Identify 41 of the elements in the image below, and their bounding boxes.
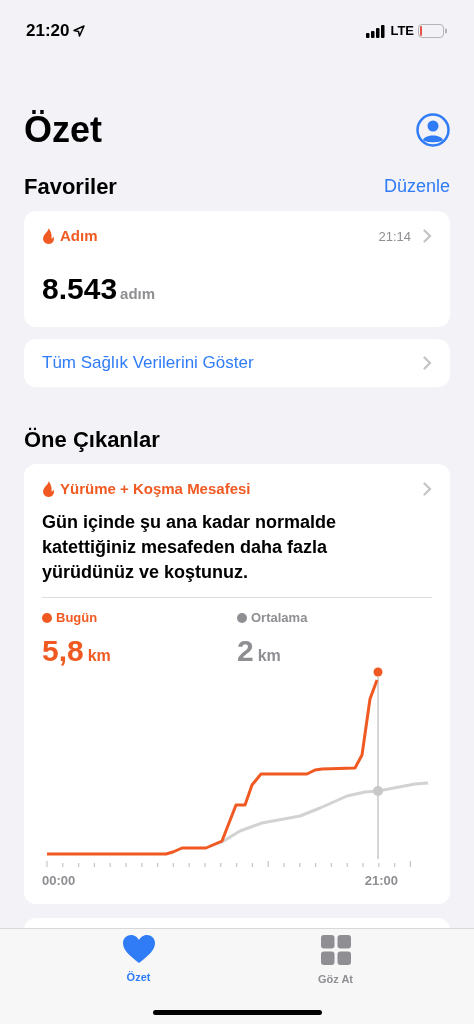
edit-link[interactable]: Düzenle <box>383 173 450 200</box>
stat-value: 2 <box>237 632 254 669</box>
flame-icon <box>42 228 55 245</box>
battery-icon <box>418 24 448 38</box>
today-point <box>373 667 383 676</box>
stat-unit: km <box>257 645 281 666</box>
location-arrow-icon <box>73 25 86 37</box>
stat-unit: km <box>87 645 111 666</box>
metric-value: 8.543 <box>42 270 118 307</box>
metric-unit: adım <box>120 283 156 304</box>
stat-value: 5,8 <box>42 632 84 669</box>
average-point <box>373 785 383 796</box>
profile-icon[interactable] <box>416 113 450 147</box>
chevron-icon <box>423 481 432 496</box>
metric-label: Yürüme + Koşma Mesafesi <box>60 478 251 499</box>
metric-label: Adım <box>60 226 98 246</box>
axis-label: 00:00 <box>42 871 76 890</box>
highlight-text: Gün içinde şu ana kadar normalde katettiğiniz mesafeden daha fazla yürüdünüz ve koştunuz. <box>42 511 338 584</box>
tab-item[interactable]: Özet <box>98 935 179 988</box>
show-all-label: Tüm Sağlık Verilerini Göster <box>42 351 254 374</box>
network-label: LTE <box>390 22 414 41</box>
highlight-card[interactable]: Yürüme + Koşma Mesafesi Gün içinde şu ana kadar normalde katettiğiniz mesafeden daha fazla yürüdünüz ve koştunuz. Bugün 5,8 km Ortalama 2 km 00:00 21:00 <box>24 463 450 904</box>
time-label: 21:14 <box>378 227 411 246</box>
page-title: Özet <box>24 112 102 148</box>
show-all-row[interactable]: Tüm Sağlık Verilerini Göster <box>24 338 450 387</box>
axis-label: 21:00 <box>364 871 398 890</box>
legend-label: Ortalama <box>251 609 308 627</box>
section-title: Öne Çıkanlar <box>23 425 161 454</box>
section-title: Favoriler <box>24 173 117 201</box>
heart-icon <box>122 935 155 963</box>
grid-icon <box>320 935 351 965</box>
chevron-icon <box>423 229 432 244</box>
tab-label: Özet <box>126 970 151 985</box>
legend-label: Bugün <box>56 609 98 627</box>
signal-icon <box>366 24 387 38</box>
flame-icon <box>42 480 55 497</box>
chevron-icon <box>423 355 432 370</box>
favorite-card[interactable]: Adım 21:14 8.543 adım <box>24 211 450 327</box>
status-time: 21:20 <box>26 20 70 43</box>
tab-label: Göz At <box>318 972 353 987</box>
tab-item[interactable]: Göz At <box>295 935 376 988</box>
